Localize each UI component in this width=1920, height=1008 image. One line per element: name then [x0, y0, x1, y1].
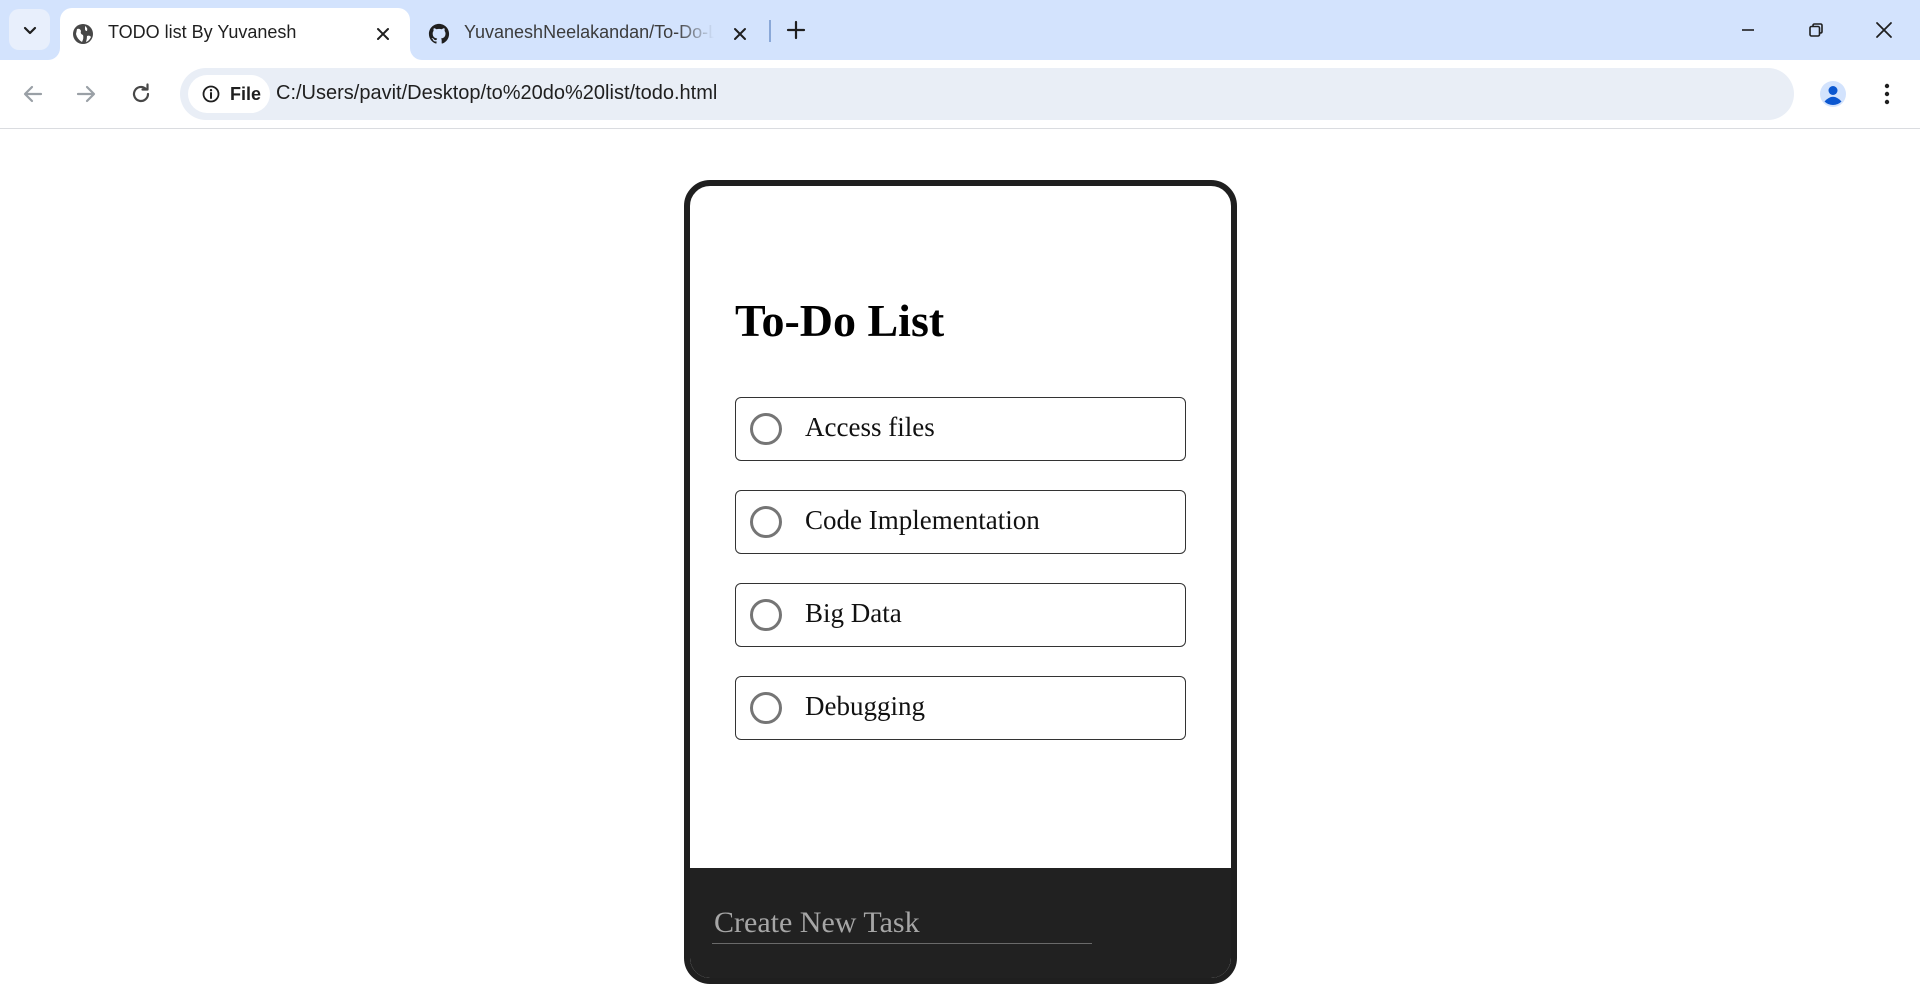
- more-vert-icon: [1884, 83, 1890, 105]
- chip-label: File: [230, 84, 262, 104]
- close-tab-icon[interactable]: [728, 22, 752, 46]
- checkbox-circle-icon[interactable]: [750, 413, 782, 445]
- info-icon: [202, 85, 220, 103]
- arrow-right-icon: [76, 85, 96, 103]
- restore-icon: [1809, 23, 1823, 37]
- new-tab-button[interactable]: [782, 16, 810, 44]
- github-icon: [428, 23, 450, 45]
- profile-button[interactable]: [1814, 75, 1852, 113]
- arrow-left-icon: [23, 85, 43, 103]
- tab-search-button[interactable]: [9, 9, 50, 50]
- close-window-button[interactable]: [1868, 14, 1900, 46]
- checkbox-circle-icon[interactable]: [750, 692, 782, 724]
- forward-button[interactable]: [69, 77, 103, 111]
- site-info-chip[interactable]: File: [188, 75, 270, 113]
- new-task-input[interactable]: [712, 902, 1092, 944]
- page-title: To-Do List: [735, 295, 945, 346]
- task-item[interactable]: Big Data: [735, 583, 1186, 647]
- tab-title: TODO list By Yuvanesh: [108, 22, 297, 42]
- reload-icon: [132, 83, 150, 103]
- checkbox-circle-icon[interactable]: [750, 599, 782, 631]
- task-label: Access files: [805, 412, 935, 442]
- reload-button[interactable]: [124, 77, 158, 111]
- minimize-button[interactable]: [1732, 14, 1764, 46]
- address-bar[interactable]: File C:/Users/pavit/Desktop/to%20do%20li…: [180, 68, 1794, 120]
- tab-separator: [769, 20, 771, 42]
- url-text[interactable]: C:/Users/pavit/Desktop/to%20do%20list/to…: [276, 82, 717, 105]
- todo-card: To-Do List Access files Code Implementat…: [684, 180, 1237, 984]
- chevron-down-icon: [23, 26, 36, 34]
- task-item[interactable]: Code Implementation: [735, 490, 1186, 554]
- task-label: Debugging: [805, 691, 925, 721]
- plus-icon: [786, 20, 806, 40]
- tab-todo[interactable]: TODO list By Yuvanesh: [60, 8, 410, 60]
- task-item[interactable]: Debugging: [735, 676, 1186, 740]
- tab-github[interactable]: YuvaneshNeelakandan/To-Do-List: [416, 8, 756, 60]
- tab-strip: TODO list By Yuvanesh YuvaneshNeelakanda…: [0, 0, 1920, 60]
- back-button[interactable]: [16, 77, 50, 111]
- tab-title: YuvaneshNeelakandan/To-Do-List: [464, 22, 714, 42]
- checkbox-circle-icon[interactable]: [750, 506, 782, 538]
- globe-icon: [72, 23, 94, 45]
- minimize-icon: [1742, 29, 1754, 31]
- menu-button[interactable]: [1870, 76, 1904, 112]
- restore-button[interactable]: [1800, 14, 1832, 46]
- task-label: Code Implementation: [805, 505, 1040, 535]
- close-icon: [1876, 22, 1892, 38]
- task-label: Big Data: [805, 598, 902, 628]
- avatar-icon: [1820, 81, 1846, 107]
- close-tab-icon[interactable]: [371, 22, 395, 46]
- browser-toolbar: File C:/Users/pavit/Desktop/to%20do%20li…: [0, 60, 1920, 129]
- task-item[interactable]: Access files: [735, 397, 1186, 461]
- new-task-bar: [690, 868, 1231, 978]
